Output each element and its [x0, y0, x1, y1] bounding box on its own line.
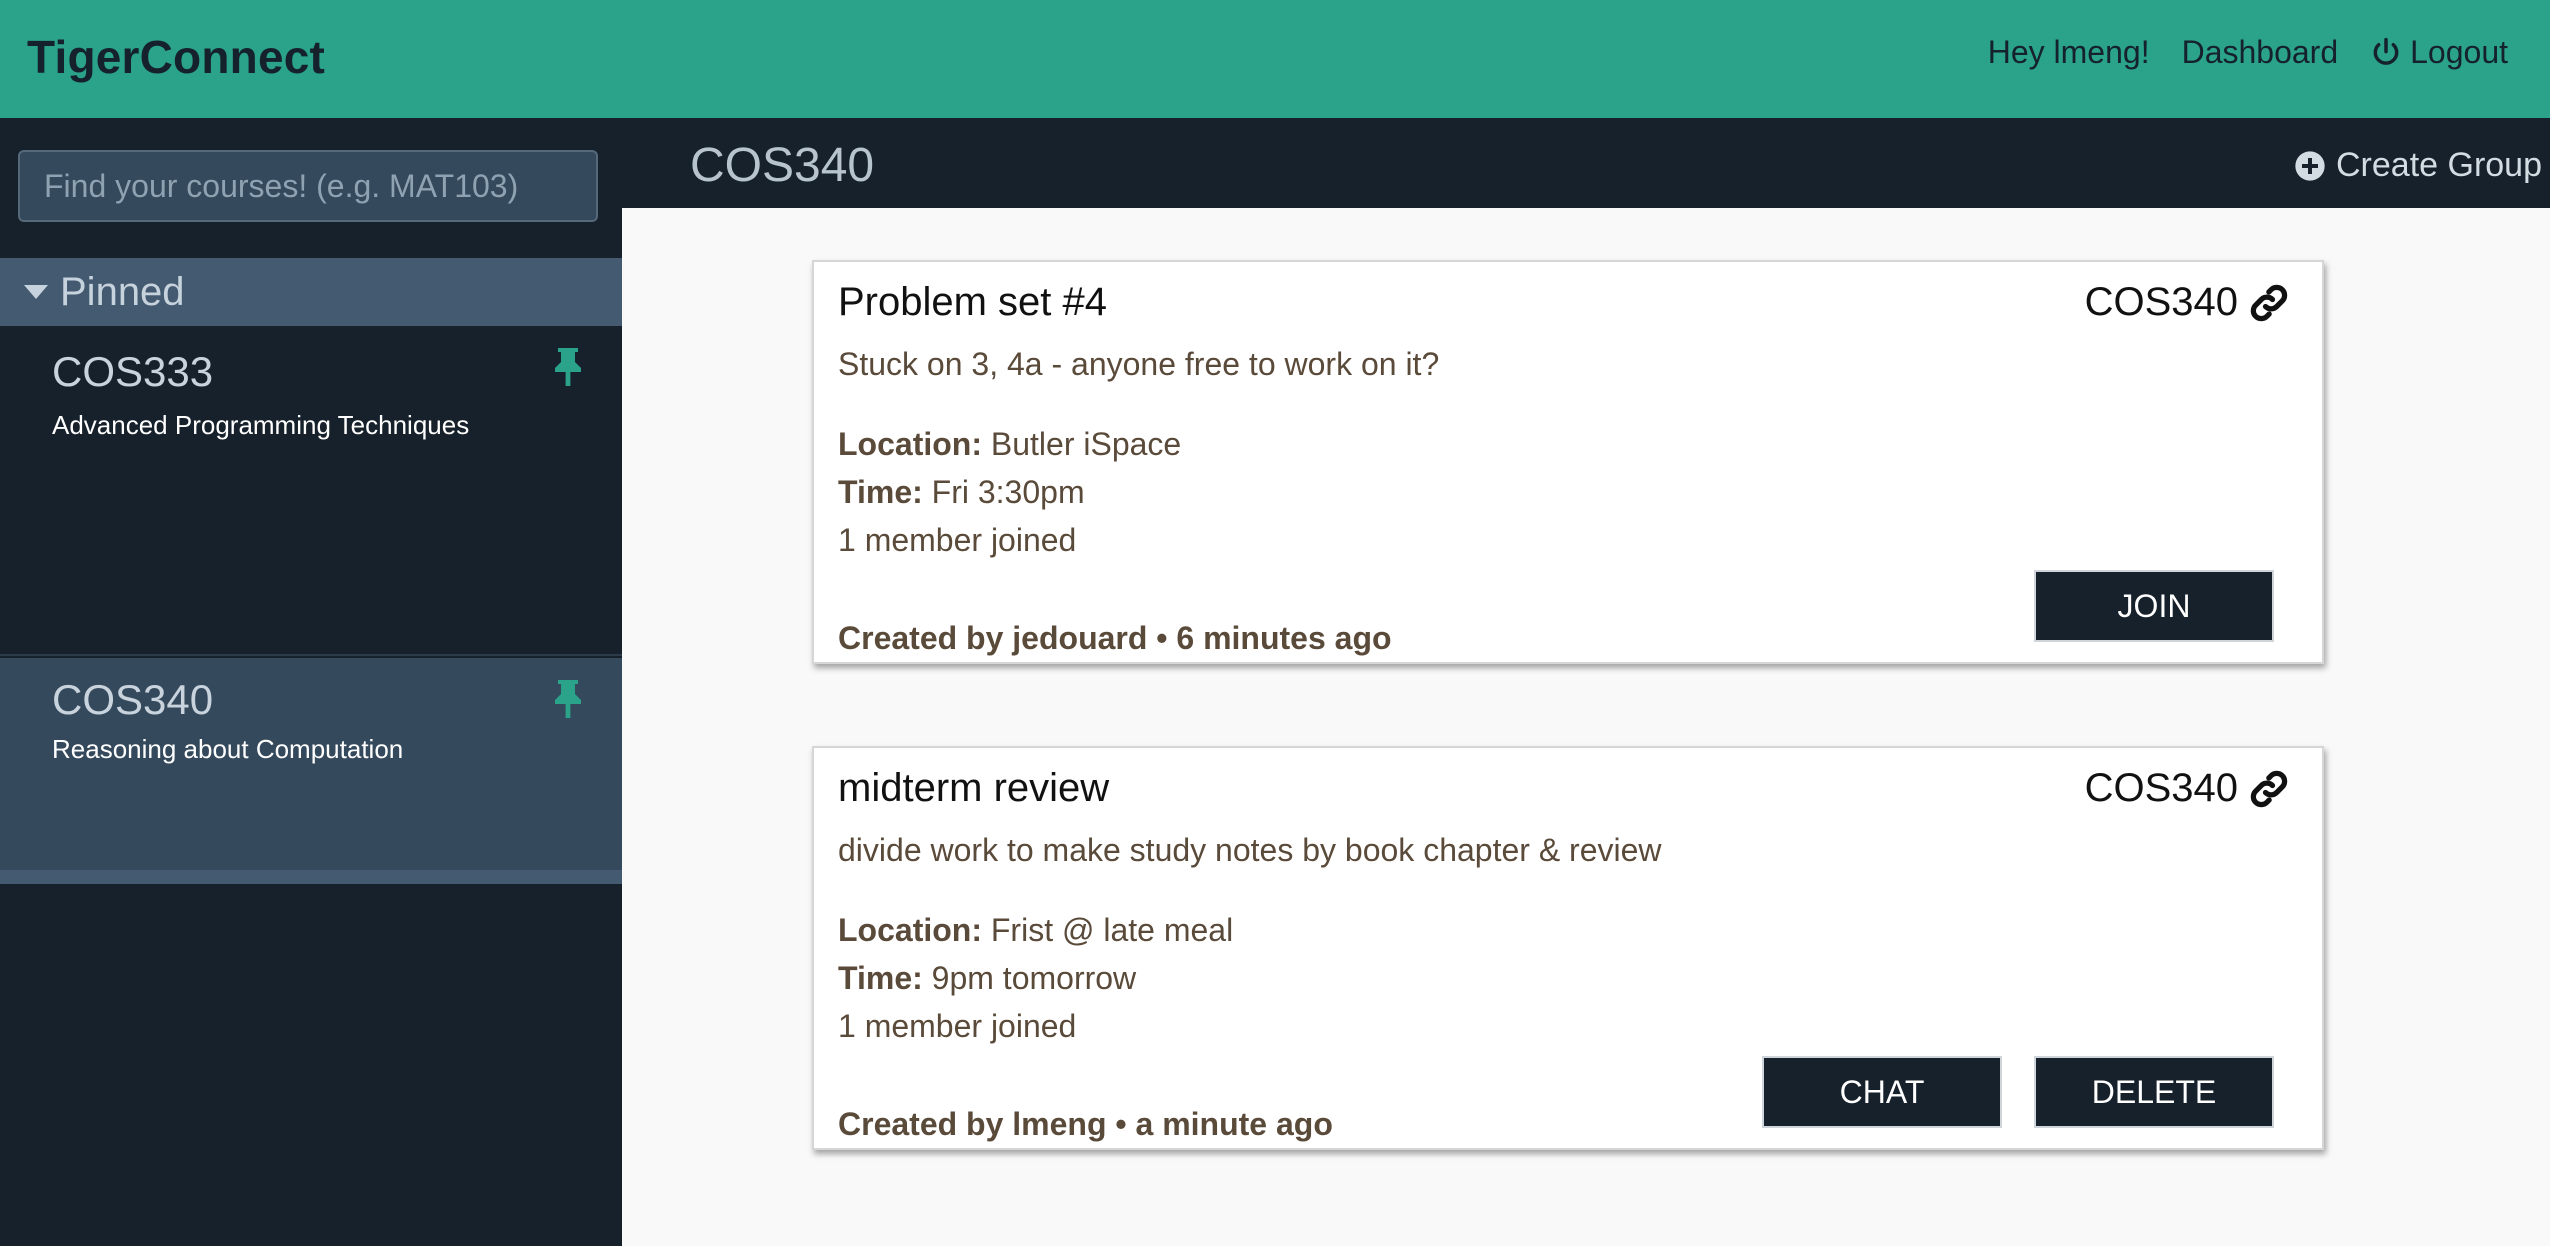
group-time: Time: 9pm tomorrow	[838, 960, 1136, 997]
location-value: Frist @ late meal	[990, 912, 1234, 948]
link-icon	[2250, 770, 2288, 807]
group-created-by: Created by jedouard • 6 minutes ago	[838, 620, 1392, 656]
page-title: COS340	[690, 139, 875, 192]
join-button[interactable]: JOIN	[2034, 570, 2274, 642]
link-icon	[2250, 284, 2288, 321]
group-course-link[interactable]: COS340	[2085, 766, 2290, 811]
course-code: COS333	[52, 348, 214, 395]
course-title: Advanced Programming Techniques	[52, 410, 470, 440]
pin-icon[interactable]	[552, 678, 584, 718]
location-label: Location:	[838, 426, 982, 462]
group-members: 1 member joined	[838, 1008, 1077, 1044]
chat-button[interactable]: CHAT	[1762, 1056, 2002, 1128]
sidebar-course-cos333[interactable]: COS333 Advanced Programming Techniques	[0, 326, 622, 656]
time-label: Time:	[838, 474, 923, 510]
group-created-by: Created by lmeng • a minute ago	[838, 1106, 1333, 1142]
group-course-link[interactable]: COS340	[2085, 280, 2290, 325]
course-code: COS340	[52, 676, 214, 723]
delete-button[interactable]: DELETE	[2034, 1056, 2274, 1128]
sidebar-divider	[0, 870, 622, 884]
brand-logo[interactable]: TigerConnect	[27, 30, 325, 84]
time-value: 9pm tomorrow	[931, 960, 1137, 996]
course-title: Reasoning about Computation	[52, 734, 404, 764]
group-title: Problem set #4	[838, 280, 1108, 324]
group-members: 1 member joined	[838, 522, 1077, 558]
pinned-label: Pinned	[60, 269, 185, 314]
create-group-button[interactable]: Create Group	[2294, 146, 2542, 185]
group-location: Location: Frist @ late meal	[838, 912, 1233, 949]
create-group-label: Create Group	[2336, 146, 2542, 184]
greeting-link[interactable]: Hey lmeng!	[1988, 34, 2150, 71]
group-time: Time: Fri 3:30pm	[838, 474, 1085, 511]
sidebar-course-cos340[interactable]: COS340 Reasoning about Computation	[0, 658, 622, 870]
group-title: midterm review	[838, 766, 1110, 810]
pin-icon[interactable]	[552, 346, 584, 386]
group-card: midterm review COS340 divide work to mak…	[812, 746, 2324, 1150]
top-navbar: TigerConnect Hey lmeng! Dashboard Logout	[0, 0, 2550, 118]
caret-down-icon	[24, 285, 48, 299]
group-description: divide work to make study notes by book …	[838, 832, 1662, 868]
dashboard-link[interactable]: Dashboard	[2182, 34, 2339, 71]
group-course-code: COS340	[2084, 280, 2238, 324]
plus-circle-icon	[2295, 150, 2325, 181]
logout-link[interactable]: Logout	[2370, 34, 2508, 71]
logout-label: Logout	[2410, 34, 2508, 70]
main-header: COS340 Create Group	[622, 118, 2550, 208]
power-icon	[2373, 37, 2399, 65]
group-location: Location: Butler iSpace	[838, 426, 1181, 463]
group-course-code: COS340	[2084, 766, 2238, 810]
time-label: Time:	[838, 960, 923, 996]
location-label: Location:	[838, 912, 982, 948]
course-search-input[interactable]	[18, 150, 598, 222]
nav-links: Hey lmeng! Dashboard Logout	[1988, 34, 2508, 71]
group-description: Stuck on 3, 4a - anyone free to work on …	[838, 346, 1440, 382]
sidebar: Pinned COS333 Advanced Programming Techn…	[0, 118, 622, 1246]
group-card: Problem set #4 COS340 Stuck on 3, 4a - a…	[812, 260, 2324, 664]
location-value: Butler iSpace	[990, 426, 1182, 462]
pinned-section-header[interactable]: Pinned	[0, 258, 622, 326]
time-value: Fri 3:30pm	[931, 474, 1085, 510]
